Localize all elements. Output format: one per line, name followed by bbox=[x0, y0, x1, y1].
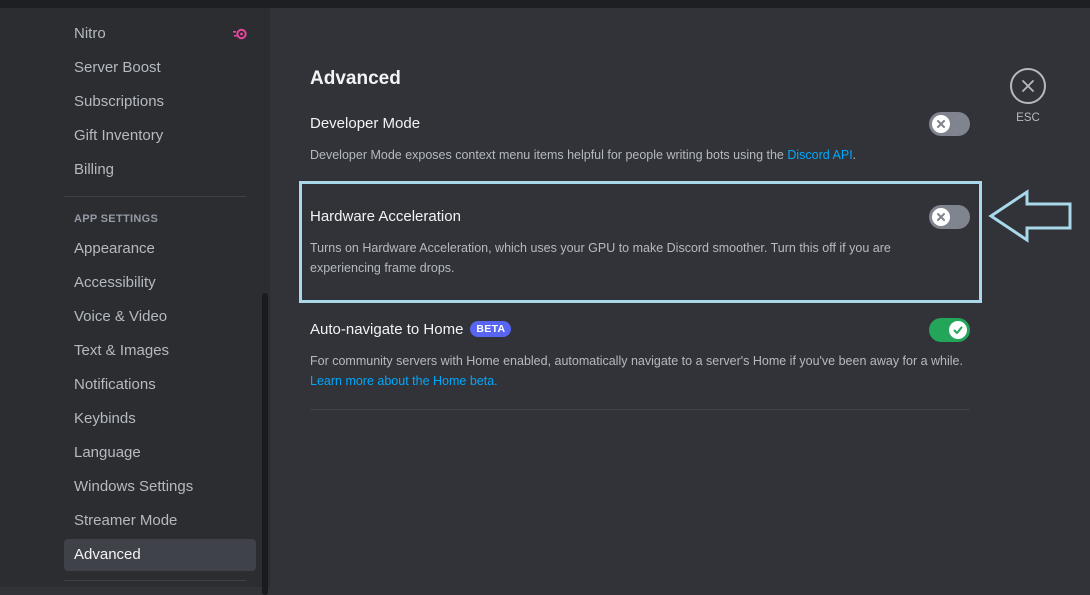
discord-api-link[interactable]: Discord API bbox=[787, 148, 852, 162]
sidebar-item-voice-video[interactable]: Voice & Video bbox=[64, 301, 256, 333]
auto-navigate-title: Auto-navigate to Home BETA bbox=[310, 321, 512, 338]
sidebar-item-advanced[interactable]: Advanced bbox=[64, 539, 256, 571]
sidebar-item-label: Text & Images bbox=[74, 342, 170, 359]
sidebar-item-label: Server Boost bbox=[74, 59, 161, 76]
esc-label: ESC bbox=[1016, 112, 1040, 124]
toggle-knob bbox=[932, 115, 950, 133]
sidebar-item-keybinds[interactable]: Keybinds bbox=[64, 403, 256, 435]
sidebar-item-text-images[interactable]: Text & Images bbox=[64, 335, 256, 367]
sidebar-item-label: Billing bbox=[74, 161, 115, 178]
sidebar-section-header: APP SETTINGS bbox=[74, 213, 159, 225]
sidebar-item-appearance[interactable]: Appearance bbox=[64, 233, 256, 265]
check-icon bbox=[953, 326, 963, 334]
close-icon bbox=[1022, 80, 1034, 92]
auto-navigate-desc-text: For community servers with Home enabled,… bbox=[310, 354, 963, 368]
sidebar-item-label: Voice & Video bbox=[74, 308, 168, 325]
sidebar-item-label: Appearance bbox=[74, 240, 155, 257]
sidebar-item-label: Nitro bbox=[74, 25, 106, 42]
sidebar-item-label: Windows Settings bbox=[74, 478, 194, 495]
sidebar-item-label: Gift Inventory bbox=[74, 127, 164, 144]
sidebar-item-label: Language bbox=[74, 444, 141, 461]
left-arrow-icon bbox=[988, 189, 1072, 243]
beta-badge: BETA bbox=[470, 321, 512, 337]
sidebar-separator bbox=[64, 580, 246, 581]
auto-navigate-title-text: Auto-navigate to Home bbox=[310, 321, 464, 338]
sidebar-scrollbar[interactable] bbox=[262, 293, 268, 595]
developer-mode-desc-text: Developer Mode exposes context menu item… bbox=[310, 148, 788, 162]
sidebar-separator bbox=[64, 196, 246, 197]
sidebar-item-windows-settings[interactable]: Windows Settings bbox=[64, 471, 256, 503]
sidebar-item-language[interactable]: Language bbox=[64, 437, 256, 469]
section-divider bbox=[310, 409, 970, 410]
developer-mode-desc-end: . bbox=[852, 148, 857, 162]
sidebar-item-gift-inventory[interactable]: Gift Inventory bbox=[64, 120, 256, 152]
window-top-bar bbox=[0, 0, 1090, 8]
developer-mode-toggle[interactable] bbox=[929, 112, 970, 136]
close-button[interactable] bbox=[1010, 68, 1046, 104]
sidebar-item-label: Accessibility bbox=[74, 274, 156, 291]
sidebar-item-label: Subscriptions bbox=[74, 93, 165, 110]
auto-navigate-toggle[interactable] bbox=[929, 318, 970, 342]
sidebar-item-label: Advanced bbox=[74, 546, 141, 563]
home-beta-link[interactable]: Learn more about the Home beta. bbox=[310, 374, 498, 388]
sidebar-item-label: Keybinds bbox=[74, 410, 136, 427]
x-icon bbox=[937, 120, 945, 128]
sidebar-item-notifications[interactable]: Notifications bbox=[64, 369, 256, 401]
sidebar-item-server-boost[interactable]: Server Boost bbox=[64, 52, 256, 84]
sidebar-item-accessibility[interactable]: Accessibility bbox=[64, 267, 256, 299]
toggle-knob bbox=[949, 321, 967, 339]
sidebar-item-nitro[interactable]: Nitro bbox=[64, 18, 256, 50]
developer-mode-description: Developer Mode exposes context menu item… bbox=[310, 145, 970, 165]
auto-navigate-description: For community servers with Home enabled,… bbox=[310, 351, 970, 391]
nitro-icon bbox=[233, 28, 247, 40]
settings-sidebar: Nitro Server Boost Subscriptions Gift In… bbox=[0, 8, 270, 595]
sidebar-item-label: Notifications bbox=[74, 376, 156, 393]
page-title: Advanced bbox=[310, 68, 401, 89]
sidebar-item-subscriptions[interactable]: Subscriptions bbox=[64, 86, 256, 118]
developer-mode-title: Developer Mode bbox=[310, 115, 421, 132]
sidebar-item-label: Streamer Mode bbox=[74, 512, 178, 529]
sidebar-item-billing[interactable]: Billing bbox=[64, 154, 256, 186]
sidebar-item-streamer-mode[interactable]: Streamer Mode bbox=[64, 505, 256, 537]
highlight-box bbox=[299, 181, 982, 303]
